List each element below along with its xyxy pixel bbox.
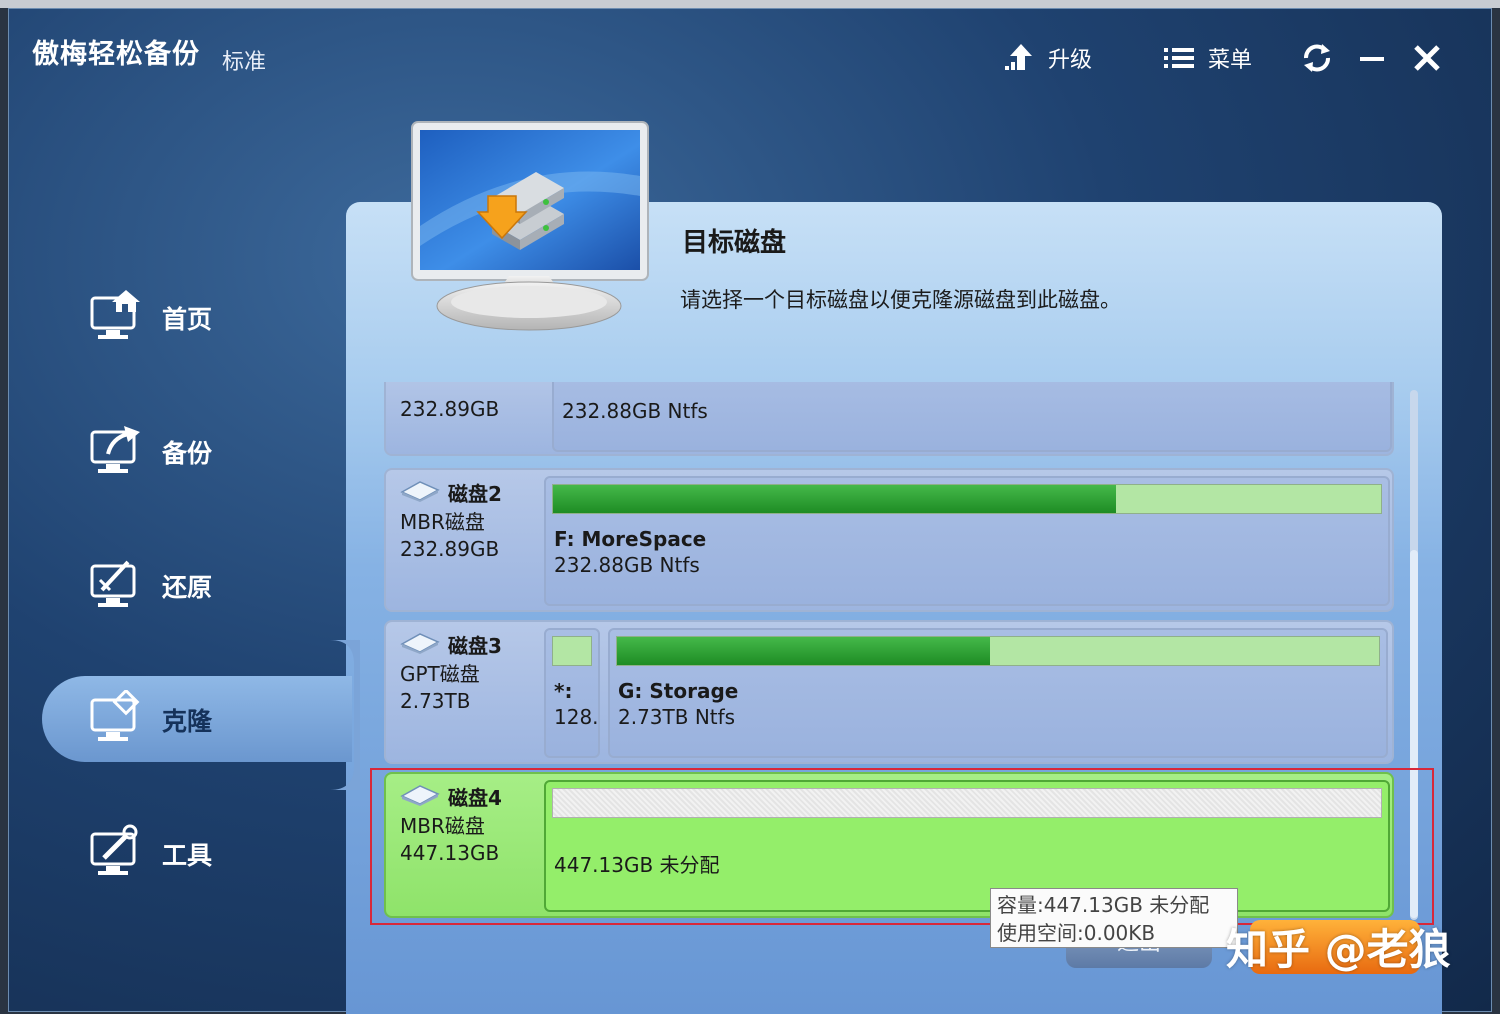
tooltip-used-space: 使用空间:0.00KB (997, 921, 1156, 945)
partition[interactable]: G: Storage 2.73TB Ntfs (608, 628, 1388, 758)
panel-title: 目标磁盘 (682, 228, 787, 258)
nav-label-backup: 备份 (162, 439, 213, 468)
disk-row-1[interactable]: 232.89GB 232.88GB Ntfs (384, 382, 1394, 456)
nav-label-restore: 还原 (162, 573, 213, 602)
tools-monitor-icon (88, 824, 144, 880)
minimize-button[interactable] (1358, 38, 1386, 78)
partition-detail: 232.88GB Ntfs (562, 399, 708, 423)
watermark-text: 知乎 @老狼 (1226, 925, 1451, 974)
partition-label: F: MoreSpace (554, 527, 707, 551)
nav-label-tools: 工具 (162, 841, 213, 870)
panel-description: 请选择一个目标磁盘以便克隆源磁盘到此磁盘。 (680, 288, 1121, 312)
partition-usage-bar (552, 636, 592, 666)
upgrade-button[interactable]: 升级 (1004, 38, 1092, 78)
disk-size: 232.89GB (400, 537, 500, 561)
nav-label-home: 首页 (162, 305, 213, 334)
disk-type: GPT磁盘 (400, 662, 480, 686)
nav-item-backup[interactable]: 备份 (42, 408, 352, 494)
disk-name: 磁盘3 (448, 634, 502, 658)
partition-label: G: Storage (618, 679, 739, 703)
restore-monitor-icon (88, 556, 144, 612)
backup-monitor-icon (88, 422, 144, 478)
partition-small[interactable]: *: 128. (544, 628, 600, 758)
upgrade-arrow-icon (1004, 42, 1034, 74)
refresh-button[interactable] (1300, 38, 1334, 78)
app-edition: 标准 (222, 50, 267, 75)
home-monitor-icon (88, 288, 144, 344)
close-button[interactable] (1412, 38, 1442, 78)
disk-size: 232.89GB (400, 397, 500, 421)
nav-item-restore[interactable]: 还原 (42, 542, 352, 628)
disk-tooltip: 容量:447.13GB 未分配 使用空间:0.00KB (990, 888, 1238, 948)
partition-usage-bar (616, 636, 1380, 666)
disk-size: 2.73TB (400, 689, 471, 713)
nav-item-home[interactable]: 首页 (42, 274, 352, 360)
partition-label: *: (554, 679, 573, 703)
tooltip-capacity: 容量:447.13GB 未分配 (997, 893, 1210, 917)
partition-usage-fill (617, 637, 991, 665)
menu-button[interactable]: 菜单 (1164, 38, 1252, 78)
disk-row-2[interactable]: 磁盘2 MBR磁盘 232.89GB F: MoreSpace 232.88GB… (384, 468, 1394, 612)
close-icon (1412, 43, 1442, 73)
partition-usage-fill (553, 485, 1117, 513)
nav-item-clone[interactable]: 克隆 (42, 676, 352, 762)
partition-detail: 232.88GB Ntfs (554, 553, 700, 577)
disk-row-3[interactable]: 磁盘3 GPT磁盘 2.73TB *: 128. G: Storage 2.73… (384, 620, 1394, 764)
app-title: 傲梅轻松备份 (32, 39, 200, 70)
nav-label-clone: 克隆 (162, 707, 213, 736)
partition-usage-bar (552, 484, 1382, 514)
list-menu-icon (1164, 46, 1194, 70)
partition-detail: 2.73TB Ntfs (618, 705, 736, 729)
menu-label: 菜单 (1208, 48, 1253, 73)
disk-drive-icon (400, 632, 448, 661)
selection-highlight (370, 768, 1434, 925)
upgrade-label: 升级 (1048, 48, 1093, 73)
nav-item-tools[interactable]: 工具 (42, 810, 352, 896)
refresh-icon (1300, 41, 1334, 75)
disk-name: 磁盘2 (448, 482, 502, 506)
screen-top-strip (0, 0, 1500, 8)
disk-clone-monitor-icon (404, 116, 654, 341)
disk-drive-icon (400, 480, 448, 509)
disk-type: MBR磁盘 (400, 510, 485, 534)
minimize-icon (1358, 44, 1386, 72)
partition[interactable]: 232.88GB Ntfs (552, 382, 1392, 452)
partition[interactable]: F: MoreSpace 232.88GB Ntfs (544, 476, 1390, 606)
partition-detail: 128. (554, 705, 598, 729)
clone-monitor-icon (88, 688, 144, 746)
